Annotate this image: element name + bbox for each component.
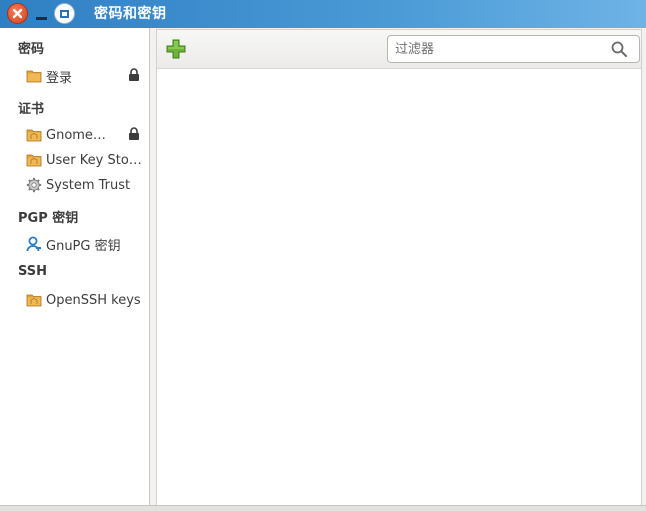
- window-bottom-edge: [0, 505, 646, 511]
- sidebar-item-openssh[interactable]: OpenSSH keys: [26, 290, 146, 310]
- folder-icon: [26, 70, 42, 83]
- sidebar-item-gnupg[interactable]: GnuPG 密钥: [26, 234, 146, 254]
- lock-icon: [129, 127, 139, 140]
- sidebar-item-label: OpenSSH keys: [46, 292, 141, 308]
- search-input[interactable]: [387, 35, 640, 63]
- search-icon[interactable]: [610, 40, 628, 58]
- sidebar-item-user-key-storage[interactable]: User Key Sto…: [26, 150, 146, 170]
- folder-icon: [26, 294, 42, 307]
- sidebar-item-label: 登录: [46, 70, 73, 86]
- sidebar-item-label: User Key Sto…: [46, 152, 142, 168]
- section-heading-certificates: 证书: [18, 102, 45, 117]
- minimize-button[interactable]: [31, 3, 52, 24]
- maximize-button[interactable]: [54, 3, 75, 24]
- plus-icon[interactable]: [165, 38, 187, 60]
- items-list-area[interactable]: [157, 69, 641, 506]
- lock-icon: [129, 68, 139, 81]
- gear-icon: [26, 177, 42, 193]
- title-bar[interactable]: 密码和密钥: [0, 0, 646, 28]
- sidebar-item-label: Gnome…: [46, 127, 106, 143]
- close-icon: [12, 8, 23, 19]
- person-key-icon: [26, 236, 41, 252]
- app-window: 密码和密钥 密码 登录 证书 Gnome… User Key Sto… Syst…: [0, 0, 646, 511]
- folder-icon: [26, 129, 42, 142]
- section-heading-ssh: SSH: [18, 264, 48, 279]
- sidebar-item-label: System Trust: [46, 177, 131, 193]
- toolbar: [157, 30, 641, 69]
- maximize-icon: [60, 9, 69, 18]
- sidebar-item-label: GnuPG 密钥: [46, 238, 121, 254]
- close-button[interactable]: [7, 3, 28, 24]
- minimize-icon: [36, 17, 47, 20]
- content-pane: [156, 29, 642, 507]
- folder-icon: [26, 154, 42, 167]
- window-title: 密码和密钥: [94, 6, 167, 22]
- sidebar-item-system-trust[interactable]: System Trust: [26, 175, 146, 195]
- section-heading-pgp: PGP 密钥: [18, 211, 79, 226]
- sidebar: 密码 登录 证书 Gnome… User Key Sto… System Tru…: [0, 28, 150, 505]
- section-heading-passwords: 密码: [18, 42, 45, 57]
